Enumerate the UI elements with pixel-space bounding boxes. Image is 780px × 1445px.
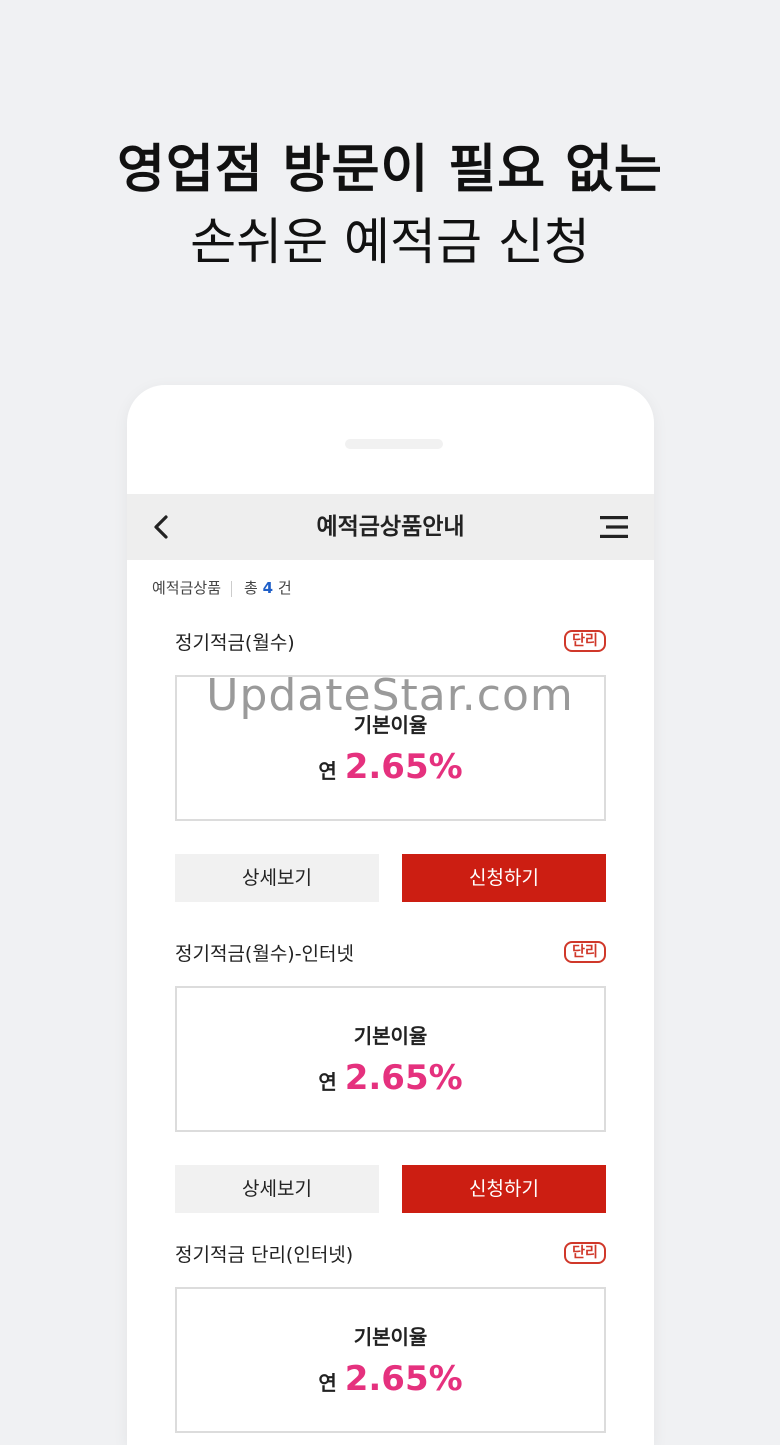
rate-prefix: 연 xyxy=(318,759,337,783)
rate-line: 연 2.65% xyxy=(177,747,604,787)
rate-label: 기본이율 xyxy=(353,1024,428,1048)
detail-button[interactable]: 상세보기 xyxy=(175,1165,379,1213)
rate-prefix: 연 xyxy=(318,1371,337,1395)
rate-value: 2.65% xyxy=(344,1058,463,1098)
divider xyxy=(231,580,233,597)
product-name: 정기적금(월수)-인터넷 xyxy=(175,943,355,965)
phone-speaker-notch xyxy=(345,439,443,449)
rate-label: 기본이율 xyxy=(353,1325,428,1349)
product-count-summary: 예적금상품 총 4 건 xyxy=(152,577,292,598)
rate-value: 2.65% xyxy=(344,747,463,787)
rate-prefix: 연 xyxy=(318,1070,337,1094)
apply-button[interactable]: 신청하기 xyxy=(402,854,606,902)
top-navigation-bar: 예적금상품안내 xyxy=(127,494,654,560)
headline-line-1: 영업점 방문이 필요 없는 xyxy=(117,140,663,200)
rate-line: 연 2.65% xyxy=(177,1359,604,1399)
phone-frame: 예적금상품안내 예적금상품 총 4 건 정기적금(월수) 단리 기본이율 연 2.6… xyxy=(127,385,654,1445)
rate-value: 2.65% xyxy=(344,1359,463,1399)
total-prefix: 총 xyxy=(244,579,258,597)
category-label: 예적금상품 xyxy=(152,579,222,597)
interest-type-badge: 단리 xyxy=(564,941,606,963)
total-count: 4 xyxy=(262,579,274,597)
product-name: 정기적금(월수) xyxy=(175,632,295,654)
interest-type-badge: 단리 xyxy=(564,1242,606,1264)
apply-button[interactable]: 신청하기 xyxy=(402,1165,606,1213)
interest-type-badge: 단리 xyxy=(564,630,606,652)
detail-button[interactable]: 상세보기 xyxy=(175,854,379,902)
watermark: UpdateStar.com xyxy=(206,670,574,721)
page-title: 예적금상품안내 xyxy=(316,514,465,540)
rate-box: 기본이율 연 2.65% xyxy=(175,1287,606,1433)
product-name: 정기적금 단리(인터넷) xyxy=(175,1244,354,1266)
promo-headline: 영업점 방문이 필요 없는 손쉬운 예적금 신청 xyxy=(0,138,780,274)
hamburger-menu-icon[interactable] xyxy=(598,515,630,539)
count-unit: 건 xyxy=(277,579,292,597)
rate-box: 기본이율 연 2.65% xyxy=(175,986,606,1132)
rate-line: 연 2.65% xyxy=(177,1058,604,1098)
headline-line-2: 손쉬운 예적금 신청 xyxy=(190,213,590,271)
